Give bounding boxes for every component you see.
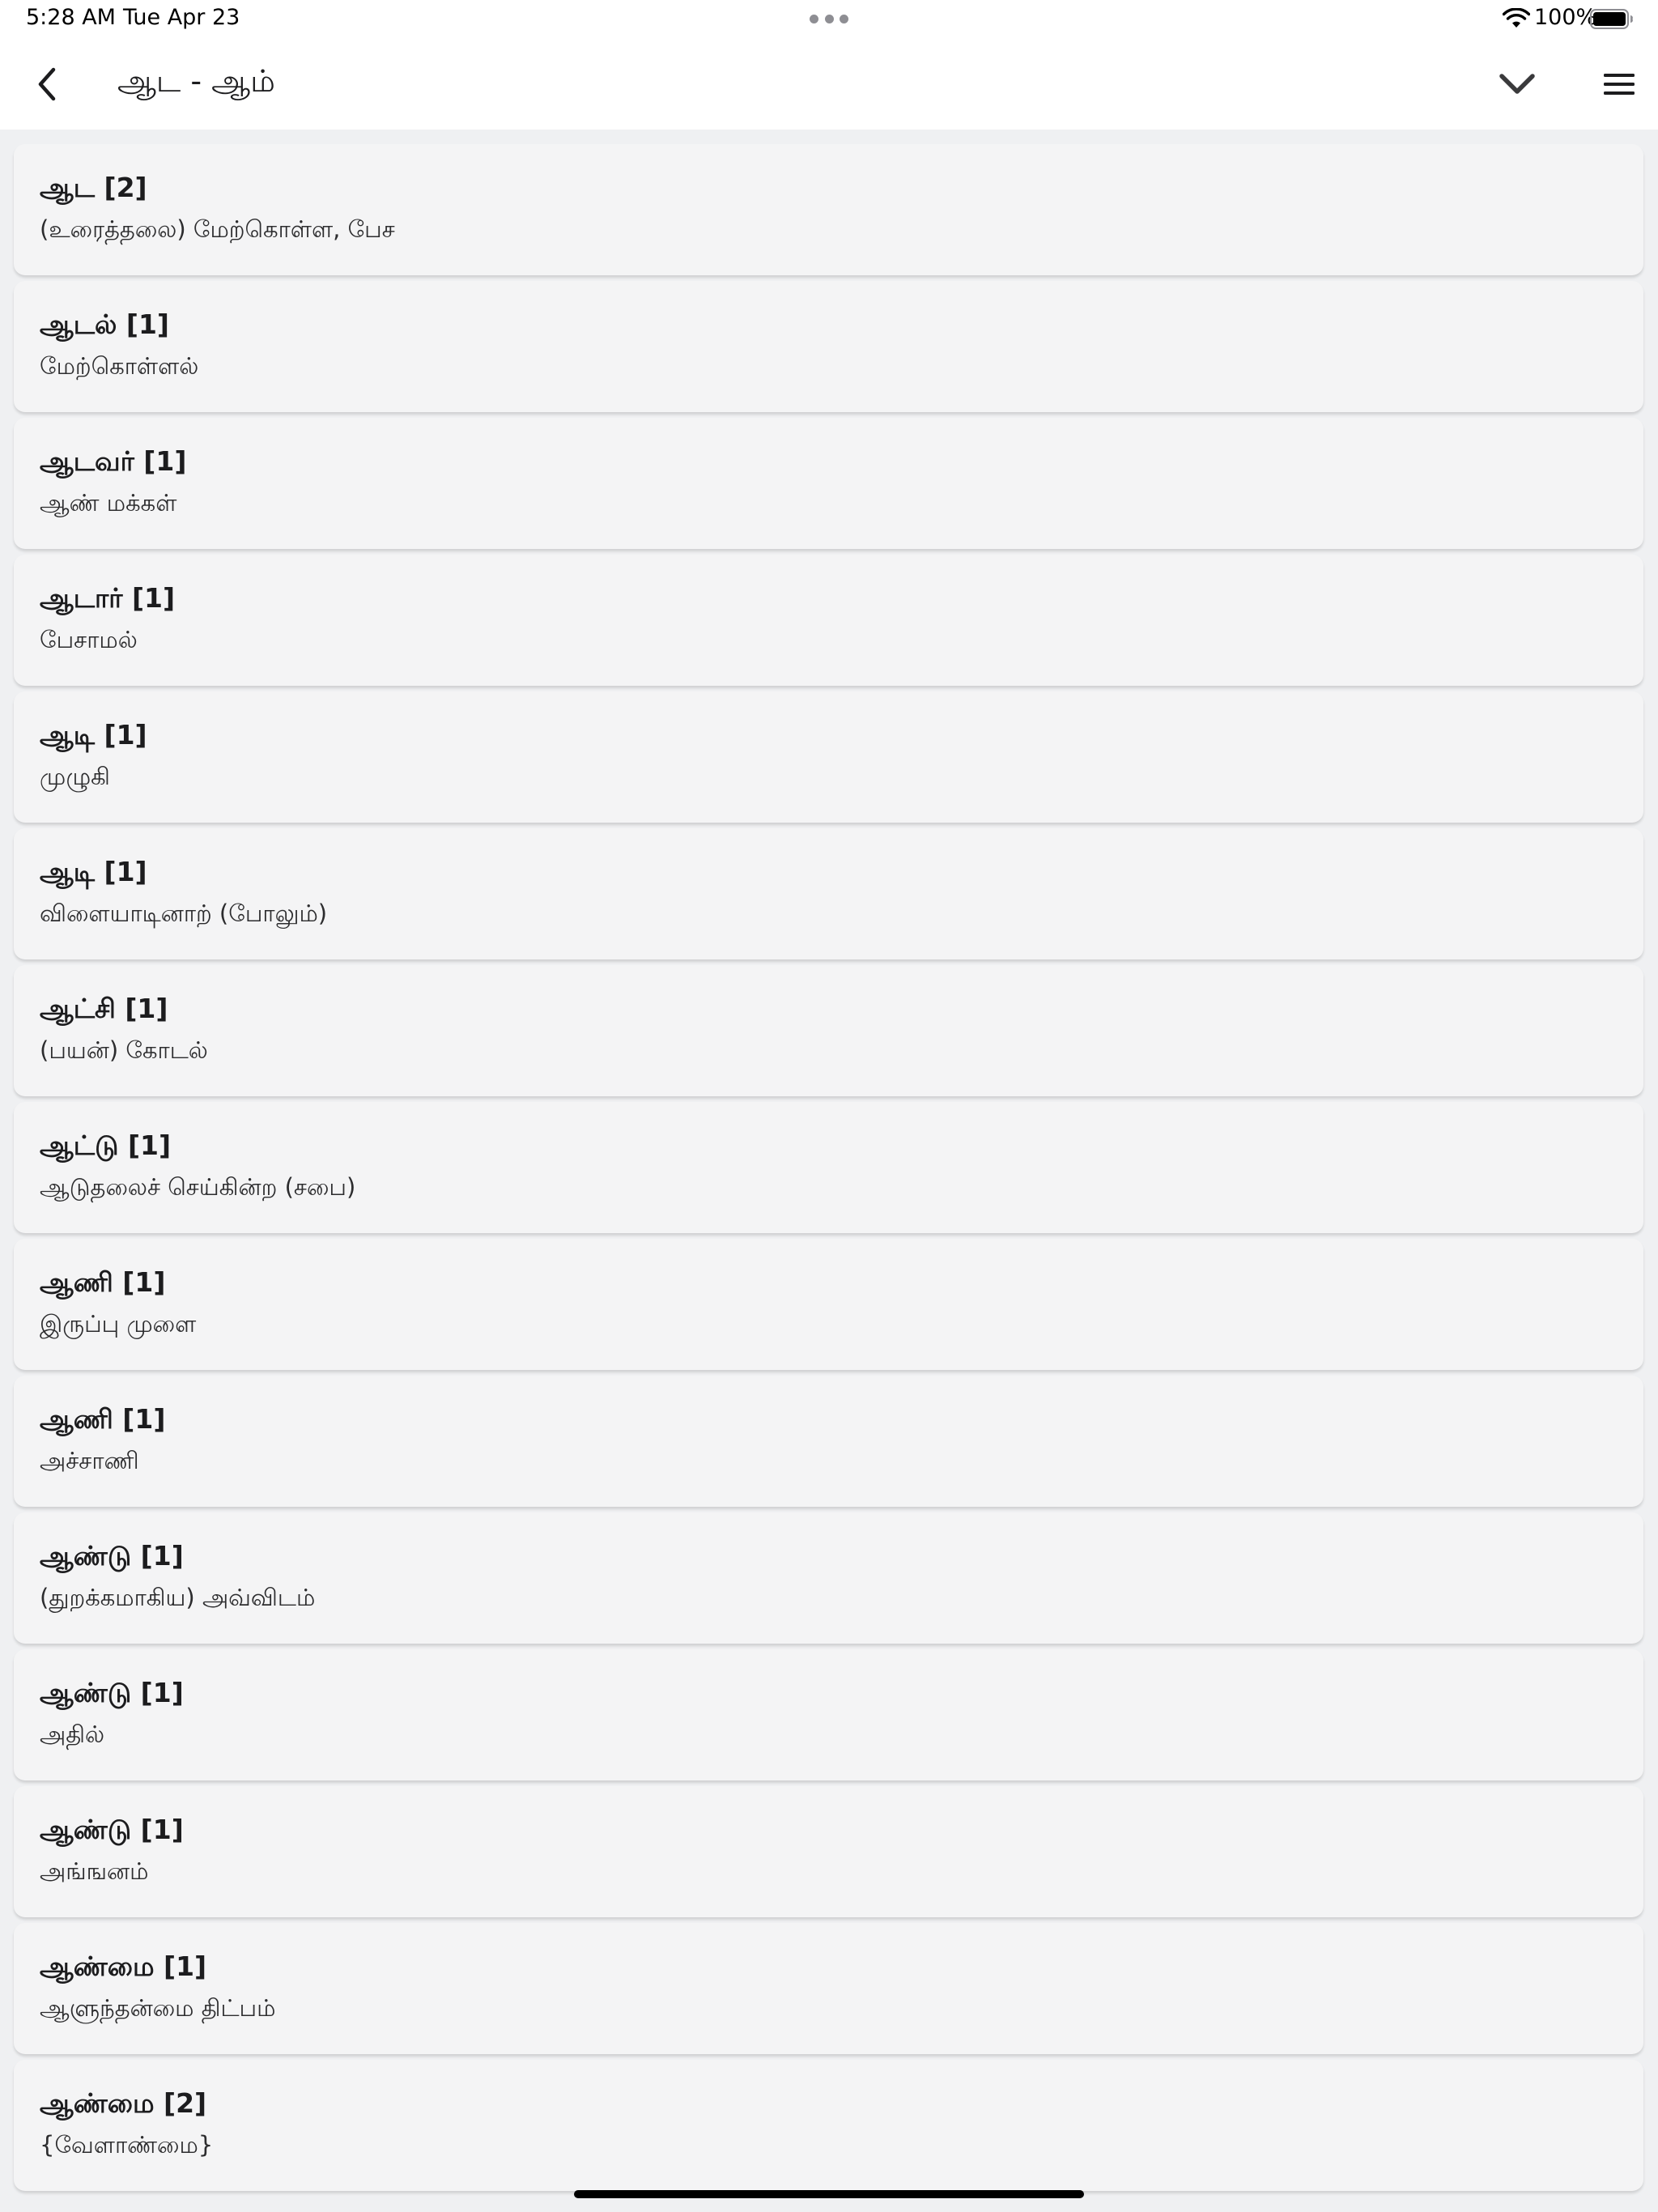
list-item[interactable]: ஆண்டு [1] (துறக்கமாகிய) அவ்விடம் (14, 1512, 1643, 1644)
list-item[interactable]: ஆண்டு [1] அதில் (14, 1649, 1643, 1780)
entry-headword: ஆடார் [1] (40, 582, 176, 614)
entry-headword: ஆண்மை [2] (40, 2087, 207, 2119)
entry-meaning: விளையாடினாற் (போலும்) (40, 900, 328, 927)
entry-meaning: மேற்கொள்ளல் (40, 352, 199, 380)
entry-headword: ஆண்டு [1] (40, 1540, 184, 1572)
entry-meaning: இருப்பு முளை (40, 1310, 197, 1338)
list-item[interactable]: ஆண்மை [1] ஆளுந்தன்மை திட்பம் (14, 1923, 1643, 2054)
entry-headword: ஆண்மை [1] (40, 1950, 207, 1982)
multitasking-dots-icon[interactable] (810, 15, 848, 24)
entry-headword: ஆடி [1] (40, 719, 147, 751)
entry-meaning: (துறக்கமாகிய) அவ்விடம் (40, 1584, 316, 1611)
list-item[interactable]: ஆட [2] (உரைத்தலை) மேற்கொள்ள, பேச (14, 144, 1643, 275)
battery-percentage: 100% (1534, 5, 1597, 30)
status-time: 5:28 AM (26, 5, 116, 30)
entry-meaning: (பயன்) கோடல் (40, 1036, 208, 1064)
list-item[interactable]: ஆட்டு [1] ஆடுதலைச் செய்கின்ற (சபை) (14, 1102, 1643, 1233)
list-item[interactable]: ஆண்டு [1] அங்ஙனம் (14, 1786, 1643, 1917)
entry-headword: ஆட்சி [1] (40, 993, 168, 1024)
entry-headword: ஆண்டு [1] (40, 1814, 184, 1845)
chevron-left-icon (38, 67, 56, 101)
list-item[interactable]: ஆண்மை [2] {வேளாண்மை} (14, 2060, 1643, 2191)
entry-meaning: (உரைத்தலை) மேற்கொள்ள, பேச (40, 215, 395, 243)
entry-meaning: {வேளாண்மை} (40, 2131, 214, 2159)
chevron-down-icon (1499, 74, 1535, 94)
list-item[interactable]: ஆட்சி [1] (பயன்) கோடல் (14, 965, 1643, 1096)
status-bar: 5:28 AM Tue Apr 23 100% (0, 0, 1658, 39)
entry-meaning: அச்சாணி (40, 1447, 139, 1474)
entry-headword: ஆணி [1] (40, 1403, 166, 1435)
home-indicator[interactable] (574, 2190, 1084, 2198)
battery-icon (1590, 9, 1633, 29)
entry-headword: ஆண்டு [1] (40, 1677, 184, 1708)
entry-headword: ஆட்டு [1] (40, 1129, 172, 1161)
list-item[interactable]: ஆடி [1] விளையாடினாற் (போலும்) (14, 828, 1643, 959)
entry-meaning: ஆளுந்தன்மை திட்பம் (40, 1994, 276, 2022)
entry-meaning: ஆடுதலைச் செய்கின்ற (சபை) (40, 1173, 356, 1201)
expand-button[interactable] (1494, 63, 1540, 105)
entry-headword: ஆணி [1] (40, 1266, 166, 1298)
entry-meaning: அங்ஙனம் (40, 1857, 149, 1885)
list-item[interactable]: ஆடி [1] முழுகி (14, 691, 1643, 823)
navigation-bar: ஆட - ஆம் (0, 39, 1658, 130)
entry-meaning: அதில் (40, 1721, 105, 1748)
entry-meaning: முழுகி (40, 763, 110, 790)
menu-button[interactable] (1596, 63, 1642, 105)
list-item[interactable]: ஆணி [1] அச்சாணி (14, 1376, 1643, 1507)
entry-meaning: ஆண் மக்கள் (40, 489, 177, 517)
entry-headword: ஆட [2] (40, 172, 147, 203)
hamburger-menu-icon (1604, 74, 1635, 95)
entry-headword: ஆடி [1] (40, 856, 147, 887)
entry-headword: ஆடல் [1] (40, 308, 170, 340)
entry-meaning: பேசாமல் (40, 626, 138, 653)
status-date: Tue Apr 23 (123, 5, 240, 30)
list-item[interactable]: ஆடவர் [1] ஆண் மக்கள் (14, 418, 1643, 549)
list-item[interactable]: ஆடார் [1] பேசாமல் (14, 555, 1643, 686)
back-button[interactable] (24, 62, 70, 107)
entry-list[interactable]: ஆட [2] (உரைத்தலை) மேற்கொள்ள, பேச ஆடல் [1… (0, 130, 1658, 2212)
entry-headword: ஆடவர் [1] (40, 445, 187, 477)
list-item[interactable]: ஆடல் [1] மேற்கொள்ளல் (14, 281, 1643, 412)
wifi-icon (1503, 8, 1530, 28)
list-item[interactable]: ஆணி [1] இருப்பு முளை (14, 1239, 1643, 1370)
page-title: ஆட - ஆம் (117, 63, 275, 99)
